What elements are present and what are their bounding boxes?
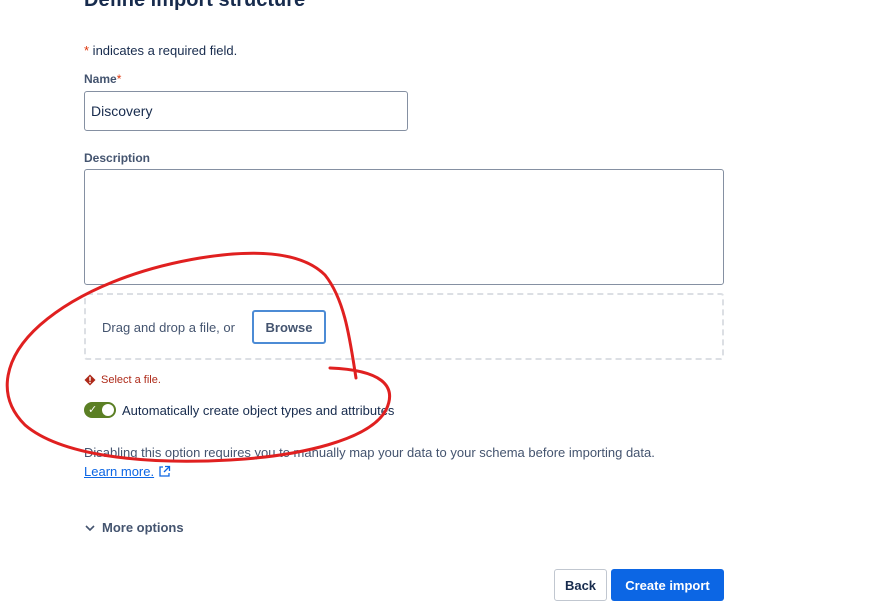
external-link-icon	[159, 465, 171, 477]
browse-button[interactable]: Browse	[252, 310, 326, 344]
auto-create-toggle[interactable]: ✓	[84, 402, 116, 418]
name-label: Name*	[84, 72, 121, 86]
required-note: * indicates a required field.	[84, 43, 237, 58]
file-error: Select a file.	[84, 374, 161, 386]
more-options-toggle[interactable]: More options	[84, 520, 184, 535]
page-title: Define import structure	[84, 0, 306, 11]
more-options-label: More options	[102, 520, 184, 535]
error-message: Select a file.	[101, 374, 161, 386]
name-required-star: *	[116, 72, 122, 86]
auto-create-label: Automatically create object types and at…	[122, 402, 395, 418]
file-dropzone[interactable]: Drag and drop a file, or Browse	[84, 293, 724, 360]
toggle-knob	[102, 404, 114, 416]
name-input[interactable]	[84, 91, 408, 131]
auto-create-help-text: Disabling this option requires you to ma…	[84, 445, 655, 460]
create-import-button[interactable]: Create import	[611, 569, 724, 601]
dropzone-text: Drag and drop a file, or	[102, 320, 235, 335]
description-textarea[interactable]	[84, 169, 724, 285]
auto-create-row: ✓ Automatically create object types and …	[84, 402, 394, 418]
error-icon	[84, 374, 96, 386]
description-label: Description	[84, 151, 151, 165]
learn-more-link[interactable]: Learn more.	[84, 464, 154, 479]
chevron-down-icon	[85, 524, 95, 531]
check-icon: ✓	[88, 404, 98, 416]
name-label-text: Name	[84, 72, 117, 86]
required-note-text: indicates a required field.	[89, 43, 238, 58]
auto-create-help: Disabling this option requires you to ma…	[84, 443, 744, 481]
back-button[interactable]: Back	[554, 569, 607, 601]
